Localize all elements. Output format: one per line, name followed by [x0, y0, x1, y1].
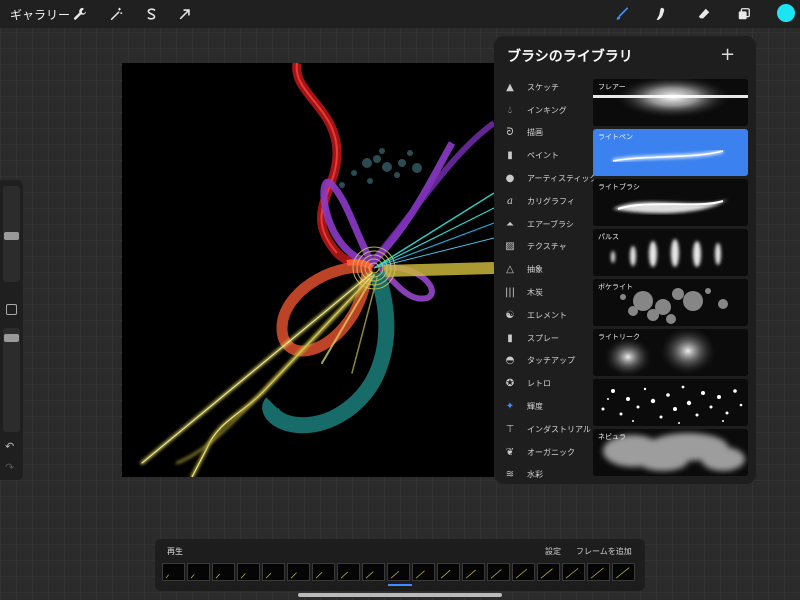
gallery-button[interactable]: ギャラリー	[10, 6, 70, 23]
settings-button[interactable]: 設定	[545, 546, 561, 557]
frame-thumbnail[interactable]	[337, 563, 360, 581]
paintbrush-icon: ▮	[507, 150, 513, 162]
magic-wand-icon[interactable]	[106, 4, 126, 24]
home-indicator[interactable]	[298, 593, 502, 597]
color-picker-button[interactable]	[777, 4, 795, 22]
layers-icon[interactable]	[734, 4, 754, 24]
modify-button[interactable]	[6, 304, 17, 315]
frame-thumbnail[interactable]	[187, 563, 210, 581]
frame-thumbnail[interactable]	[537, 563, 560, 581]
touchup-icon: ◓	[505, 355, 515, 367]
frame-thumbnail[interactable]	[362, 563, 385, 581]
brush-glitter[interactable]	[593, 379, 748, 426]
frame-thumbnail[interactable]	[162, 563, 185, 581]
category-charcoal[interactable]: ||| 木炭	[494, 281, 594, 304]
playhead-indicator	[388, 584, 412, 586]
brush-pulse[interactable]: パルス	[593, 229, 748, 276]
eraser-icon[interactable]	[694, 4, 714, 24]
selection-s-icon[interactable]	[141, 4, 161, 24]
left-sidebar: ↶ ↷	[0, 180, 23, 480]
brush-icon[interactable]	[612, 4, 632, 24]
category-organic[interactable]: ❦ オーガニック	[494, 441, 594, 464]
category-painting[interactable]: ▮ ペイント	[494, 144, 594, 167]
retro-star-icon: ✪	[505, 378, 515, 390]
category-drawing[interactable]: ᘐ 描画	[494, 122, 594, 145]
frame-thumbnail[interactable]	[512, 563, 535, 581]
brush-flare[interactable]: フレアー	[593, 79, 748, 126]
redo-icon[interactable]: ↷	[5, 461, 14, 474]
sparkle-icon: ✦	[505, 401, 515, 413]
undo-icon[interactable]: ↶	[5, 440, 14, 453]
wrench-icon[interactable]	[70, 4, 90, 24]
add-frame-button[interactable]: フレームを追加	[576, 546, 632, 557]
category-sketch[interactable]: ▲ スケッチ	[494, 76, 594, 99]
calligraphy-a-icon: a	[507, 195, 513, 207]
play-button[interactable]: 再生	[167, 546, 183, 557]
category-airbrush[interactable]: ⏶ エアーブラシ	[494, 213, 594, 236]
brush-category-list: ▲ スケッチ 💧︎ インキング ᘐ 描画 ▮ ペイント ● アーティスティック a カリグラ…	[494, 76, 594, 484]
frame-thumbnail[interactable]	[412, 563, 435, 581]
frame-thumbnail[interactable]	[587, 563, 610, 581]
panel-title: ブラシのライブラリ	[507, 49, 633, 65]
frame-thumbnail[interactable]	[312, 563, 335, 581]
category-industrial[interactable]: ⊤ インダストリアル	[494, 418, 594, 441]
yin-yang-icon: ☯	[505, 309, 515, 321]
palette-icon: ●	[505, 173, 515, 185]
brush-library-panel: ブラシのライブラリ + ▲ スケッチ 💧︎ インキング ᘐ 描画 ▮ ペイント ● アーテ…	[494, 36, 756, 484]
artwork	[140, 63, 494, 477]
category-watercolor[interactable]: ≋ 水彩	[494, 464, 594, 484]
leaf-icon: ❦	[505, 446, 515, 458]
plus-icon[interactable]: +	[720, 44, 735, 65]
frame-thumbnail[interactable]	[487, 563, 510, 581]
category-calligraphy[interactable]: a カリグラフィ	[494, 190, 594, 213]
glitter-preview	[593, 379, 748, 426]
frame-thumbnail[interactable]	[562, 563, 585, 581]
frame-thumbnail[interactable]	[237, 563, 260, 581]
brush-light-leak[interactable]: ライトリーク	[593, 329, 748, 376]
triangle-icon: △	[506, 264, 514, 276]
drawing-canvas[interactable]	[122, 63, 494, 477]
brush-nebula[interactable]: ネビュラ	[593, 429, 748, 476]
spray-can-icon: ▮	[507, 332, 513, 344]
top-toolbar: ギャラリー	[0, 0, 800, 28]
frame-thumbnail[interactable]	[387, 563, 410, 581]
opacity-thumb[interactable]	[4, 334, 19, 342]
texture-icon: ▨	[505, 241, 515, 253]
frame-thumbnail[interactable]	[462, 563, 485, 581]
category-artistic[interactable]: ● アーティスティック	[494, 167, 594, 190]
category-abstract[interactable]: △ 抽象	[494, 258, 594, 281]
anvil-icon: ⊤	[505, 423, 515, 435]
brush-list: フレアー ライトペン ライトブラシ パルス ボケライト ライトリーク ネビュラ	[593, 79, 748, 479]
category-inking[interactable]: 💧︎ インキング	[494, 99, 594, 122]
brush-size-slider[interactable]	[3, 186, 20, 282]
frame-thumbnail[interactable]	[437, 563, 460, 581]
arrow-cursor-icon[interactable]	[175, 4, 195, 24]
category-luminance[interactable]: ✦ 輝度	[494, 395, 594, 418]
category-touchup[interactable]: ◓ タッチアップ	[494, 350, 594, 373]
opacity-slider[interactable]	[3, 328, 20, 432]
brush-light-pen[interactable]: ライトペン	[593, 129, 748, 176]
brush-bokeh-light[interactable]: ボケライト	[593, 279, 748, 326]
frame-thumbnail[interactable]	[287, 563, 310, 581]
category-elements[interactable]: ☯ エレメント	[494, 304, 594, 327]
frame-timeline	[162, 563, 635, 581]
frame-thumbnail[interactable]	[212, 563, 235, 581]
category-spray[interactable]: ▮ スプレー	[494, 327, 594, 350]
frame-thumbnail[interactable]	[612, 563, 635, 581]
swirl-icon: ᘐ	[506, 127, 514, 139]
brush-size-thumb[interactable]	[4, 232, 19, 240]
waves-icon: ≋	[505, 469, 515, 481]
ink-drop-icon: 💧︎	[508, 104, 512, 116]
airbrush-icon: ⏶	[506, 218, 514, 230]
brush-light-brush[interactable]: ライトブラシ	[593, 179, 748, 226]
charcoal-icon: |||	[504, 287, 516, 299]
category-retro[interactable]: ✪ レトロ	[494, 372, 594, 395]
animation-assist-bar: 再生 設定 フレームを追加	[155, 539, 645, 591]
category-texture[interactable]: ▨ テクスチャ	[494, 236, 594, 259]
frame-thumbnail[interactable]	[262, 563, 285, 581]
smudge-icon[interactable]	[651, 4, 671, 24]
pencil-tip-icon: ▲	[506, 81, 514, 93]
